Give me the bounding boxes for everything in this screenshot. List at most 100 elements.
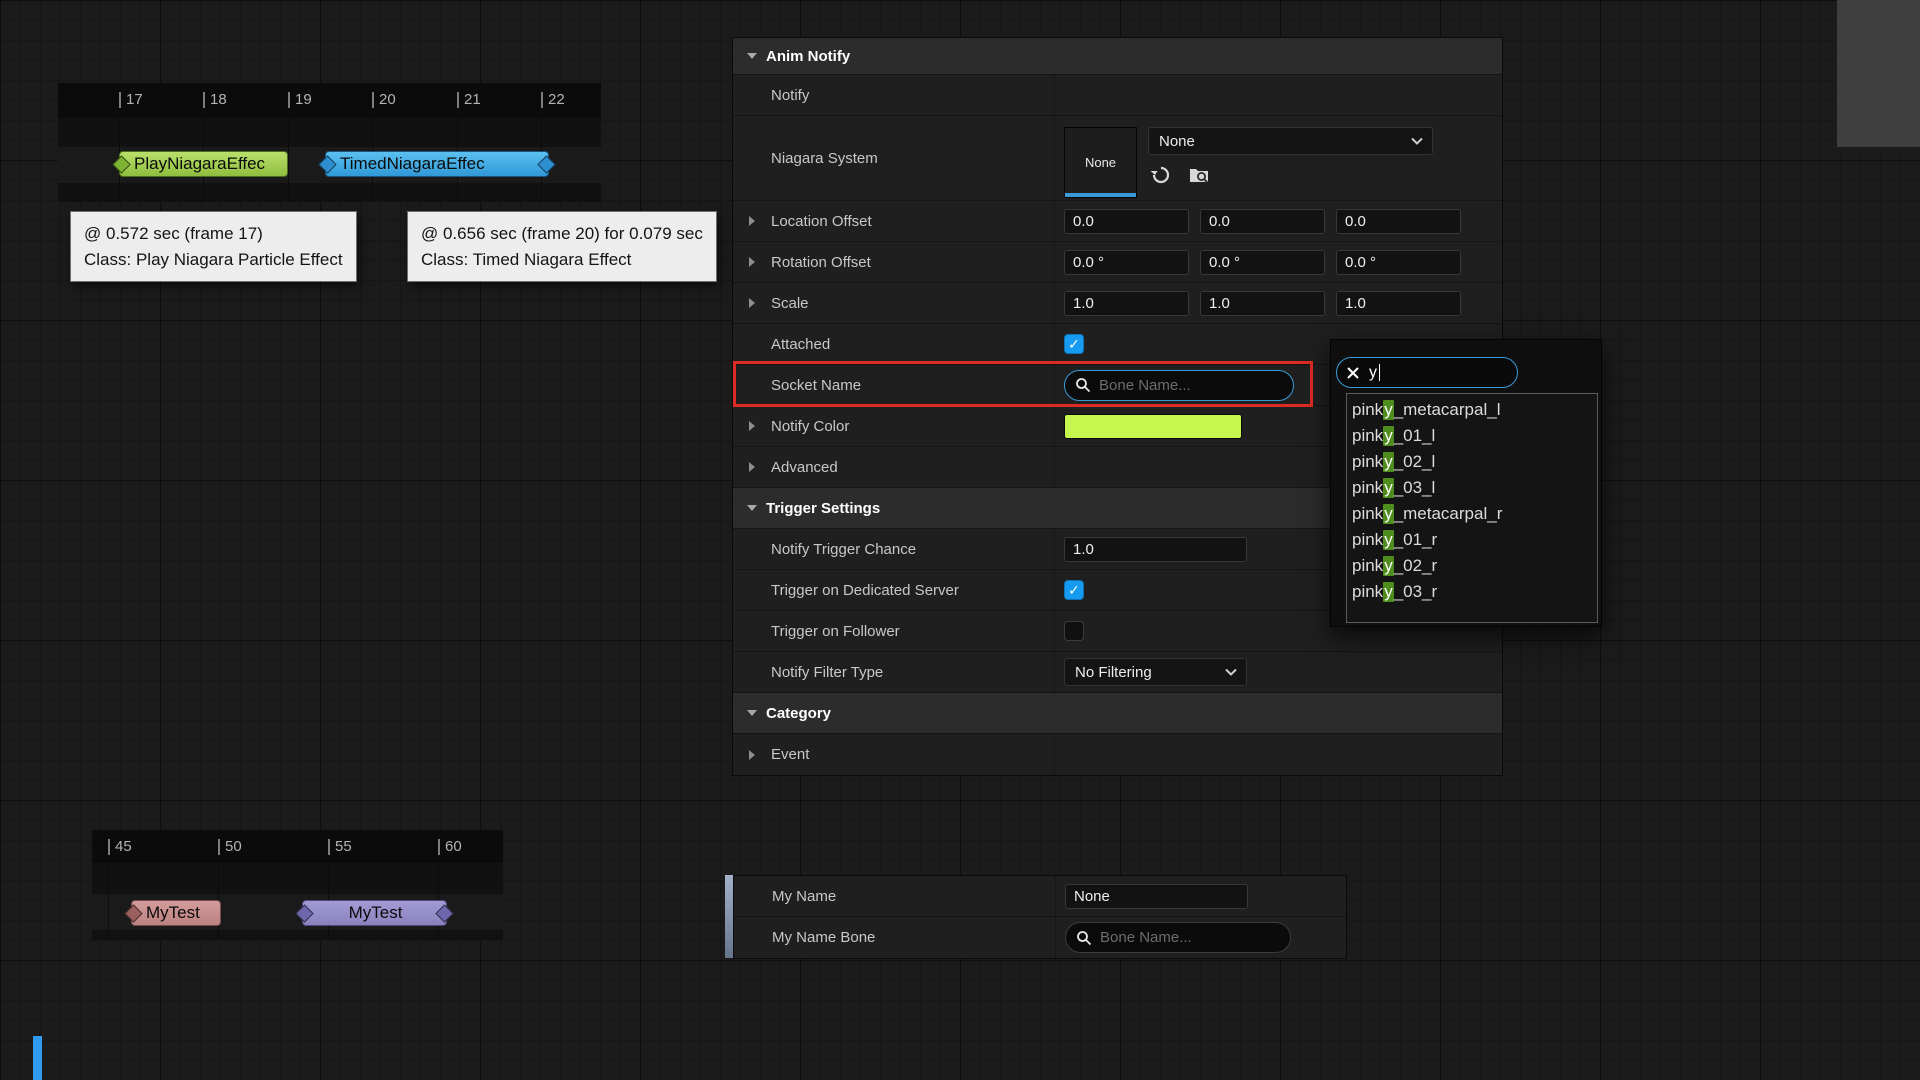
expander-icon[interactable] [749,750,755,760]
text-cursor [1379,364,1380,381]
timeline-ruler-top[interactable]: 17 18 19 20 21 22 [58,83,601,118]
input-placeholder: Bone Name... [1100,929,1192,946]
scale-x-field[interactable]: 1.0 [1064,291,1189,316]
notify-label: PlayNiagaraEffec [134,154,265,174]
selection-accent-bar [725,875,733,958]
search-icon [1076,930,1092,946]
row-label: Event [733,734,1055,775]
row-label: Notify Trigger Chance [733,529,1055,569]
notify-label: MyTest [349,903,403,923]
row-my-name: My Name None [734,876,1346,917]
bone-list-item[interactable]: pinky_03_l [1347,475,1597,501]
bone-list-item[interactable]: pinky_02_l [1347,449,1597,475]
bone-picker-popup: y pinky_metacarpal_l pinky_01_l pinky_02… [1330,339,1602,627]
row-label: My Name Bone [734,917,1056,958]
row-my-name-bone: My Name Bone Bone Name... [734,917,1346,958]
row-label: Notify Color [733,406,1055,446]
my-name-field[interactable]: None [1065,884,1248,909]
clear-search-icon[interactable] [1346,366,1360,380]
row-label: Attached [733,324,1055,364]
niagara-asset-thumbnail[interactable]: None [1064,127,1137,198]
frame-label: 21 [457,92,481,108]
frame-label: 55 [328,839,352,855]
notify-play-niagara[interactable]: PlayNiagaraEffec [119,151,288,177]
row-label: Location Offset [733,201,1055,241]
chevron-down-icon [747,53,757,59]
frame-label: 50 [218,839,242,855]
notify-color-swatch[interactable] [1064,414,1242,439]
notify-mytest-2[interactable]: MyTest [302,900,447,926]
my-name-panel: My Name None My Name Bone Bone Name... [733,875,1347,959]
bone-list-item[interactable]: pinky_01_r [1347,527,1597,553]
use-selected-asset-icon[interactable] [1150,164,1172,186]
rotation-z-field[interactable]: 0.0 ° [1336,250,1461,275]
expander-icon[interactable] [749,216,755,226]
section-header-category[interactable]: Category [733,693,1502,734]
rotation-x-field[interactable]: 0.0 ° [1064,250,1189,275]
notify-label: TimedNiagaraEffec [340,154,485,174]
row-label: Niagara System [733,116,1055,200]
section-title: Category [766,705,831,722]
frame-label: 60 [438,839,462,855]
row-rotation-offset: Rotation Offset 0.0 ° 0.0 ° 0.0 ° [733,242,1502,283]
follower-checkbox[interactable]: ✓ [1064,621,1084,641]
bone-list-item[interactable]: pinky_02_r [1347,553,1597,579]
tooltip-timed-niagara: @ 0.656 sec (frame 20) for 0.079 sec Cla… [407,211,717,282]
tooltip-class: Class: Play Niagara Particle Effect [84,247,343,273]
panel-edge-accent [33,1036,42,1080]
row-label: Notify Filter Type [733,652,1055,692]
expander-icon[interactable] [749,257,755,267]
row-value [1055,75,1502,115]
frame-label: 45 [108,839,132,855]
section-title: Anim Notify [766,48,850,65]
frame-label: 20 [372,92,396,108]
chevron-down-icon [1225,668,1237,676]
row-label: Trigger on Follower [733,611,1055,651]
bone-list-item[interactable]: pinky_metacarpal_r [1347,501,1597,527]
thumbnail-label: None [1085,155,1116,170]
bone-list-item[interactable]: pinky_01_l [1347,423,1597,449]
scale-z-field[interactable]: 1.0 [1336,291,1461,316]
attached-checkbox[interactable]: ✓ [1064,334,1084,354]
row-event: Event [733,734,1502,775]
notify-mytest-1[interactable]: MyTest [131,900,221,926]
frame-label: 17 [119,92,143,108]
dedicated-server-checkbox[interactable]: ✓ [1064,580,1084,600]
scale-y-field[interactable]: 1.0 [1200,291,1325,316]
chevron-down-icon [747,710,757,716]
asset-type-color-bar [1065,193,1136,197]
filter-type-combo[interactable]: No Filtering [1064,658,1247,686]
grid-line [288,118,289,202]
bone-list-item[interactable]: pinky_03_r [1347,579,1597,605]
vector-y-field[interactable]: 0.0 [1200,209,1325,234]
section-title: Trigger Settings [766,500,880,517]
my-name-bone-search-input[interactable]: Bone Name... [1065,922,1291,953]
combo-value: No Filtering [1075,664,1152,681]
grid-line [108,863,109,940]
niagara-asset-combo[interactable]: None [1148,127,1433,155]
row-label: Advanced [733,447,1055,487]
row-label: Rotation Offset [733,242,1055,282]
chevron-down-icon [747,505,757,511]
vector-x-field[interactable]: 0.0 [1064,209,1189,234]
section-header-anim-notify[interactable]: Anim Notify [733,38,1502,75]
browse-to-asset-icon[interactable] [1188,164,1210,186]
timeline-ruler-bottom[interactable]: 45 50 55 60 [92,830,503,863]
expander-icon[interactable] [749,462,755,472]
row-label: Trigger on Dedicated Server [733,570,1055,610]
bone-list-item[interactable]: pinky_metacarpal_l [1347,397,1597,423]
anim-notify-editor: 17 18 19 20 21 22 PlayNiagaraEffec Timed… [0,0,1920,1080]
bone-search-input[interactable]: y [1336,357,1518,388]
red-highlight-box [733,361,1313,407]
frame-label: 19 [288,92,312,108]
rotation-y-field[interactable]: 0.0 ° [1200,250,1325,275]
expander-icon[interactable] [749,421,755,431]
search-query-text: y [1369,364,1377,382]
frame-label: 22 [541,92,565,108]
row-notify: Notify [733,75,1502,116]
notify-timed-niagara[interactable]: TimedNiagaraEffec [325,151,549,177]
vector-z-field[interactable]: 0.0 [1336,209,1461,234]
trigger-chance-field[interactable]: 1.0 [1064,537,1247,562]
chevron-down-icon [1411,137,1423,145]
expander-icon[interactable] [749,298,755,308]
